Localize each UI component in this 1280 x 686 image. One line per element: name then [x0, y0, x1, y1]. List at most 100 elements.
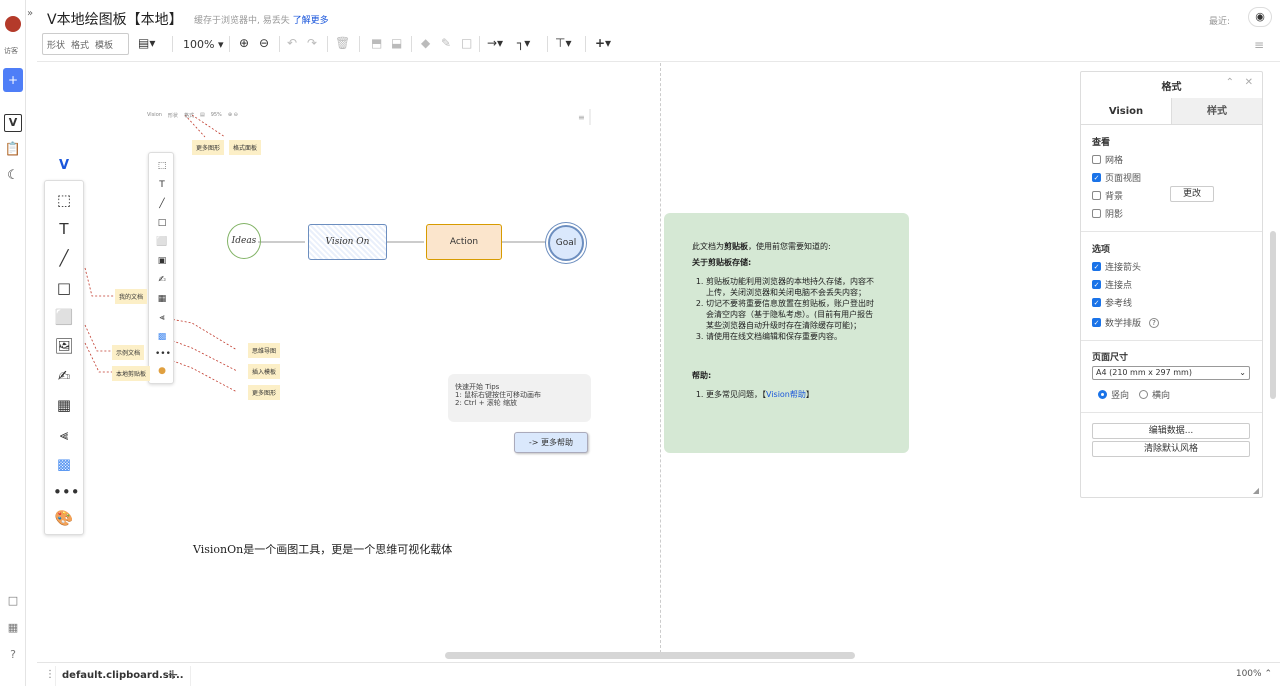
- table-icon[interactable]: ▦: [53, 394, 75, 416]
- shadow-checkbox[interactable]: 阴影: [1092, 207, 1123, 220]
- tips-title: 快速开始 Tips: [455, 383, 500, 391]
- to-back-icon[interactable]: ⬓: [391, 36, 402, 50]
- portrait-radio[interactable]: 竖向: [1098, 388, 1129, 401]
- tab-vision[interactable]: Vision: [1081, 98, 1171, 124]
- learn-more-link[interactable]: 了解更多: [293, 16, 329, 26]
- line-icon[interactable]: ╱: [53, 247, 75, 269]
- template-tab[interactable]: 模板: [95, 38, 113, 51]
- add-button[interactable]: +: [3, 68, 23, 92]
- bottom-zoom-value: 100%: [1235, 669, 1262, 679]
- format-tab[interactable]: 格式: [71, 38, 89, 51]
- freehand-icon[interactable]: ✍: [53, 365, 75, 387]
- text-icon[interactable]: T: [53, 218, 75, 240]
- dark-mode-icon[interactable]: ☾: [4, 168, 22, 186]
- layout-icon[interactable]: □: [4, 594, 22, 612]
- connect-arrows-checkbox[interactable]: ✓ 连接箭头: [1092, 260, 1141, 273]
- bottom-zoom[interactable]: 100% ⌃: [1236, 669, 1272, 679]
- more-help-button[interactable]: -> 更多帮助: [514, 432, 588, 453]
- help-circle-icon[interactable]: ?: [1149, 317, 1160, 328]
- line-color-icon[interactable]: ✎: [441, 36, 451, 50]
- math-typesetting-checkbox[interactable]: ✓ 数学排版?: [1092, 316, 1160, 329]
- eye-icon[interactable]: ◉: [1248, 7, 1272, 27]
- avatar[interactable]: [5, 16, 21, 32]
- template-icon[interactable]: ▩: [53, 453, 75, 475]
- add-page-icon[interactable]: +: [167, 667, 179, 683]
- view-menu-icon[interactable]: ▤▾: [138, 36, 155, 50]
- dashed-arrow: [164, 357, 238, 393]
- mindmap-icon[interactable]: ⫷: [53, 424, 75, 446]
- clipboard-icon[interactable]: 📋: [4, 142, 22, 160]
- tag-more-shapes: 更多图形: [192, 140, 225, 155]
- to-front-icon[interactable]: ⬒: [371, 36, 382, 50]
- shape-rect-circle-icon[interactable]: ⬚: [53, 189, 75, 211]
- connection-points-checkbox[interactable]: ✓ 连接点: [1092, 278, 1132, 291]
- insert-menu-icon[interactable]: +▾: [595, 36, 611, 50]
- zoom-select[interactable]: 100% ▾: [183, 38, 223, 51]
- map-icon[interactable]: ▦: [4, 621, 22, 639]
- mini-shape: 形状: [167, 112, 178, 119]
- redo-icon[interactable]: ↷: [307, 36, 317, 50]
- header: » V本地绘图板【本地】 缓存于浏览器中, 易丢失 了解更多 最近: ◉ 形状 …: [27, 0, 1280, 62]
- clipboard-info-card: 此文档为剪贴板，使用前您需要知道的: 关于剪贴板存储: 剪贴板功能利用浏览器的本…: [664, 213, 909, 453]
- pages-menu-icon[interactable]: ⋮: [45, 669, 55, 680]
- grid-checkbox[interactable]: 网格: [1092, 153, 1123, 166]
- frame-icon[interactable]: ⬜: [53, 306, 75, 328]
- note-icon[interactable]: □: [53, 277, 75, 299]
- change-background-button[interactable]: 更改: [1170, 186, 1214, 202]
- card-intro: 此文档为剪贴板，使用前您需要知道的:: [692, 241, 881, 252]
- mini-settings-icon: ≡: [578, 113, 585, 122]
- clear-default-style-button[interactable]: 清除默认风格: [1092, 441, 1250, 457]
- tips-line-2: 2: Ctrl + 滚轮 缩放: [455, 399, 518, 407]
- node-action[interactable]: Action: [426, 224, 502, 260]
- horizontal-scrollbar[interactable]: [445, 652, 855, 659]
- table-insert-icon[interactable]: ⊤▾: [555, 36, 571, 50]
- edit-data-button[interactable]: 编辑数据...: [1092, 423, 1250, 439]
- checkbox-box-checked: ✓: [1092, 318, 1101, 327]
- vision-help-link[interactable]: Vision帮助: [766, 390, 806, 399]
- doc-subtitle: 缓存于浏览器中, 易丢失 了解更多: [194, 13, 329, 26]
- mini-table-icon: ▦: [157, 294, 167, 304]
- page-view-checkbox[interactable]: ✓ 页面视图: [1092, 171, 1141, 184]
- cache-note: 缓存于浏览器中, 易丢失: [194, 16, 290, 26]
- page-size-select[interactable]: A4 (210 mm x 297 mm) ⌄: [1092, 366, 1250, 380]
- node-goal[interactable]: Goal: [548, 225, 584, 261]
- shape-tab[interactable]: 形状: [47, 38, 65, 51]
- mini-line-icon: ╱: [159, 199, 165, 209]
- zoom-in-icon[interactable]: ⊕: [239, 36, 249, 50]
- node-vision-on[interactable]: Vision On: [308, 224, 387, 260]
- image-icon[interactable]: 🖼: [53, 335, 75, 357]
- zoom-out-icon[interactable]: ⊖: [259, 36, 269, 50]
- card-intro-bold: 剪贴板: [724, 242, 748, 251]
- palette-icon[interactable]: 🎨: [53, 507, 75, 529]
- undo-icon[interactable]: ↶: [287, 36, 297, 50]
- guides-checkbox[interactable]: ✓ 参考线: [1092, 296, 1132, 309]
- mini-freehand-icon: ✍: [158, 275, 166, 285]
- mini-toolbar: Vision 形状 格式 ▤ 95% ⊕ ⊖: [147, 108, 297, 122]
- vision-v-icon[interactable]: V: [53, 155, 75, 177]
- landscape-radio[interactable]: 横向: [1139, 388, 1170, 401]
- background-checkbox[interactable]: 背景: [1092, 189, 1123, 202]
- divider: [1081, 412, 1262, 413]
- shadow-icon[interactable]: □: [461, 36, 472, 50]
- help-icon[interactable]: ?: [4, 648, 22, 666]
- node-ideas[interactable]: Ideas: [227, 223, 261, 259]
- settings-icon[interactable]: ≡: [1254, 38, 1264, 52]
- collapse-icon[interactable]: »: [27, 8, 33, 19]
- fill-color-icon[interactable]: ◆: [421, 36, 430, 50]
- connection-icon[interactable]: →▾: [487, 36, 503, 50]
- tag-examples: 示例文档: [112, 345, 145, 360]
- vertical-scrollbar[interactable]: [1270, 231, 1276, 399]
- delete-icon[interactable]: 🗑: [335, 36, 350, 50]
- collapse-panel-icon[interactable]: ⌃: [1226, 77, 1234, 88]
- page-title: V本地绘图板【本地】: [47, 12, 183, 28]
- close-icon[interactable]: ✕: [1245, 77, 1253, 88]
- mini-zoom-icons: ⊕ ⊖: [227, 112, 238, 118]
- waypoints-icon[interactable]: ┐▾: [517, 36, 530, 50]
- tab-style[interactable]: 样式: [1171, 98, 1262, 124]
- radio-checked: [1098, 390, 1107, 399]
- more-icon[interactable]: •••: [53, 481, 80, 503]
- resize-handle-icon[interactable]: ◢: [1253, 486, 1259, 495]
- mini-view-icon: ▤: [199, 112, 205, 118]
- vision-logo-icon[interactable]: V: [4, 114, 22, 132]
- tag-format-panel: 格式面板: [229, 140, 262, 155]
